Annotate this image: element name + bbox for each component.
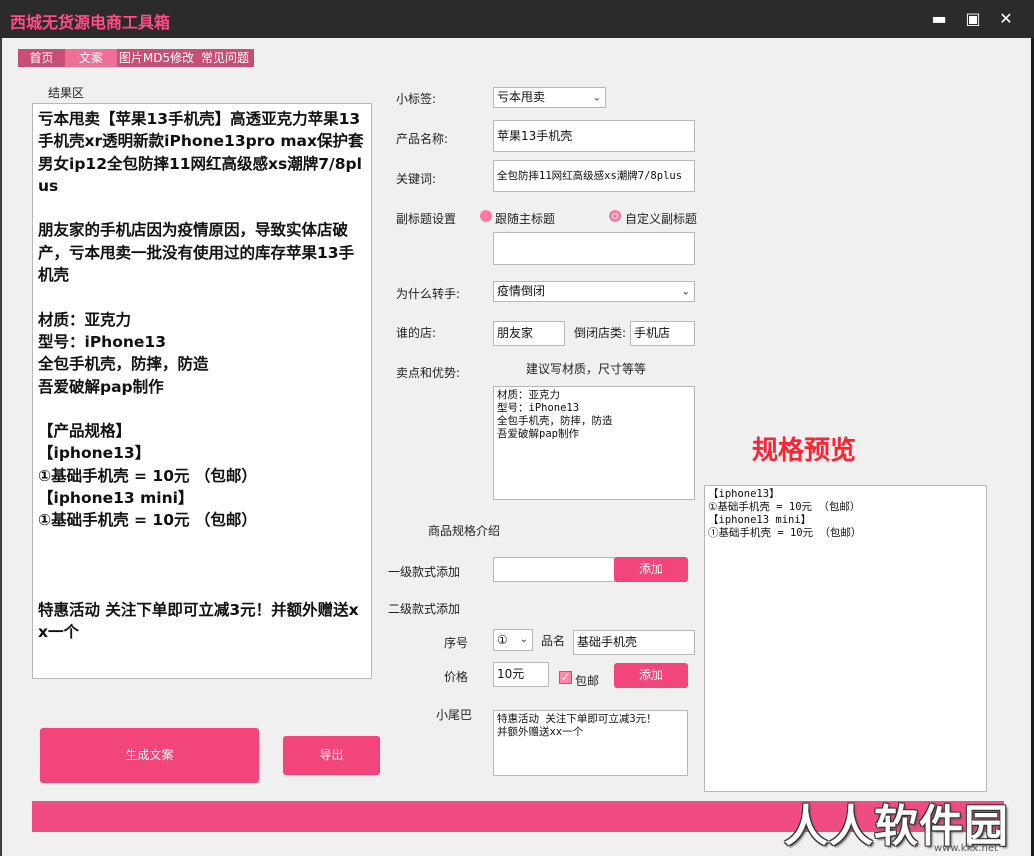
subtitle-setting-label: 副标题设置: [396, 212, 457, 226]
sequence-select[interactable]: ① ⌄: [493, 629, 533, 651]
product-name-input[interactable]: 苹果13手机壳: [493, 120, 695, 152]
reason-select-value: 疫情倒闭: [497, 284, 546, 298]
tab-copywriting[interactable]: 文案: [65, 49, 117, 67]
selling-points-hint: 建议写材质，尺寸等等: [526, 362, 647, 376]
tag-select-value: 亏本甩卖: [497, 90, 546, 104]
level2-style-label: 二级款式添加: [388, 602, 461, 616]
add-level2-button[interactable]: 添加: [614, 663, 688, 688]
free-shipping-label: 包邮: [575, 674, 600, 688]
price-label: 价格: [444, 670, 469, 684]
reason-select[interactable]: 疫情倒闭 ⌄: [493, 281, 695, 302]
chevron-down-icon: ⌄: [681, 286, 690, 297]
keywords-label: 关键词:: [396, 172, 437, 186]
tab-home[interactable]: 首页: [18, 49, 65, 67]
window-border-left: [0, 38, 2, 856]
custom-subtitle-input[interactable]: [493, 232, 695, 265]
tail-label: 小尾巴: [436, 708, 473, 722]
close-button[interactable]: ✕: [995, 9, 1017, 29]
level1-style-label: 一级款式添加: [388, 565, 461, 579]
reason-label: 为什么转手:: [396, 287, 461, 301]
export-button[interactable]: 导出: [283, 736, 380, 775]
closed-shop-type-label: 倒闭店类:: [574, 326, 627, 340]
tab-image-md5[interactable]: 图片MD5修改: [117, 49, 196, 67]
minimize-button[interactable]: ▬: [928, 9, 950, 29]
chevron-down-icon: ⌄: [519, 634, 528, 645]
custom-subtitle-radio[interactable]: [609, 210, 621, 222]
app-title: 西城无货源电商工具箱: [10, 13, 171, 32]
item-name-input[interactable]: 基础手机壳: [573, 630, 695, 655]
watermark-url: www.kkx.net: [934, 843, 998, 854]
tag-label: 小标签:: [396, 92, 437, 106]
spec-intro-title: 商品规格介绍: [428, 524, 501, 538]
product-name-short-label: 品名: [541, 634, 566, 648]
spec-preview-heading: 规格预览: [752, 436, 857, 466]
custom-subtitle-label: 自定义副标题: [625, 212, 698, 226]
result-area-label: 结果区: [48, 86, 85, 100]
keywords-input[interactable]: 全包防摔11网红高级感xs潮牌7/8plus: [493, 160, 695, 192]
spec-preview-textarea[interactable]: 【iphone13】 ①基础手机壳 = 10元 （包邮） 【iphone13 m…: [704, 485, 987, 792]
chevron-down-icon: ⌄: [592, 92, 601, 103]
maximize-button[interactable]: ▣: [962, 9, 984, 29]
generate-copy-button[interactable]: 生成文案: [40, 728, 259, 783]
free-shipping-checkbox[interactable]: ✓: [559, 671, 572, 684]
closed-shop-type-input[interactable]: 手机店: [630, 321, 695, 346]
sequence-label: 序号: [444, 636, 469, 650]
tag-select[interactable]: 亏本甩卖 ⌄: [493, 87, 606, 108]
tail-textarea[interactable]: 特惠活动 关注下单即可立减3元！ 并额外赠送xx一个: [493, 710, 688, 776]
whose-shop-label: 谁的店:: [396, 326, 437, 340]
add-level1-button[interactable]: 添加: [614, 557, 688, 582]
follow-main-title-label: 跟随主标题: [495, 212, 556, 226]
sequence-select-value: ①: [497, 633, 508, 647]
product-name-label: 产品名称:: [396, 132, 449, 146]
whose-shop-input[interactable]: 朋友家: [493, 321, 565, 346]
price-input[interactable]: 10元: [493, 662, 549, 687]
tab-faq[interactable]: 常见问题: [196, 49, 254, 67]
selling-points-textarea[interactable]: 材质：亚克力 型号：iPhone13 全包手机壳，防摔，防造 吾爱破解pap制作: [493, 386, 695, 500]
level1-style-input[interactable]: [493, 557, 615, 582]
result-textarea[interactable]: 亏本甩卖【苹果13手机壳】高透亚克力苹果13手机壳xr透明新款iPhone13p…: [32, 103, 372, 679]
follow-main-title-radio[interactable]: [480, 210, 492, 222]
selling-points-label: 卖点和优势:: [396, 366, 461, 380]
